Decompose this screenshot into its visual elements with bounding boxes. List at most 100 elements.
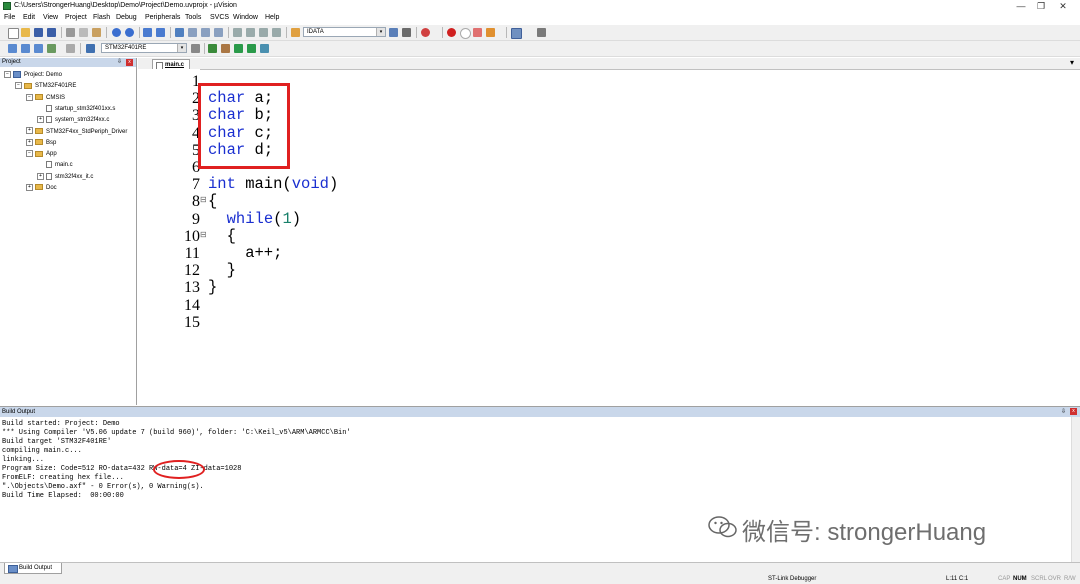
menu-flash[interactable]: Flash (93, 14, 110, 21)
menu-svcs[interactable]: SVCS (210, 14, 229, 21)
find-in-files-icon[interactable] (291, 28, 300, 37)
collapse-toggle-icon[interactable]: − (26, 150, 33, 158)
expand-toggle-icon[interactable]: + (37, 172, 44, 180)
batch-build-icon[interactable] (47, 44, 56, 53)
bookmark-icon[interactable] (175, 28, 184, 37)
tree-item[interactable]: + Bsp (26, 138, 56, 148)
redo-icon[interactable] (125, 28, 134, 37)
line-number: 9 (192, 210, 200, 228)
menu-debug[interactable]: Debug (116, 14, 137, 21)
configure-icon[interactable] (537, 28, 546, 37)
manage-project-items-icon[interactable] (208, 44, 217, 53)
tab-main-c[interactable]: main.c (152, 59, 190, 70)
tab-menu-chevron-icon[interactable]: ▾ (1070, 58, 1074, 67)
download-icon[interactable] (86, 44, 95, 53)
target-select[interactable]: STM32F401RE ▾ (101, 43, 187, 53)
tree-item[interactable]: − STM32F401RE (15, 81, 76, 91)
expand-toggle-icon[interactable]: + (26, 127, 33, 135)
clear-bookmarks-icon[interactable] (214, 28, 223, 37)
code-line[interactable]: int main(void) (208, 176, 338, 193)
breakpoint-icon[interactable] (447, 28, 456, 37)
code-line[interactable]: { (208, 193, 217, 210)
tree-item[interactable]: + Doc (26, 183, 57, 193)
tree-item[interactable]: + STM32F4xx_StdPeriph_Driver (26, 127, 127, 137)
menu-edit[interactable]: Edit (23, 14, 35, 21)
tree-item[interactable]: − App (26, 149, 57, 159)
highlight-box-annotation (198, 83, 290, 169)
build-icon[interactable] (21, 44, 30, 53)
fold-collapse-icon[interactable]: ⊟ (200, 230, 207, 239)
next-bookmark-icon[interactable] (201, 28, 210, 37)
code-text: a++; (208, 244, 283, 262)
tree-item-label: App (46, 151, 57, 158)
comment-icon[interactable] (259, 28, 268, 37)
expand-toggle-icon[interactable]: + (26, 183, 33, 191)
close-panel-icon[interactable]: x (126, 59, 133, 66)
save-all-icon[interactable] (47, 28, 56, 37)
new-file-icon[interactable] (8, 28, 19, 39)
tree-item[interactable]: main.c (37, 160, 73, 170)
code-line[interactable]: a++; (208, 244, 283, 262)
code-line[interactable]: while(1) (208, 210, 301, 228)
expand-toggle-icon[interactable]: + (26, 138, 33, 146)
manage-rte-icon[interactable] (234, 44, 243, 53)
pin-icon[interactable]: ⇩ (1061, 407, 1066, 417)
collapse-toggle-icon[interactable]: − (26, 93, 33, 101)
chevron-down-icon[interactable]: ▾ (376, 28, 385, 36)
prev-bookmark-icon[interactable] (188, 28, 197, 37)
build-output-scrollbar[interactable] (1071, 417, 1080, 563)
folder-icon (35, 139, 43, 146)
incremental-find-icon[interactable] (402, 28, 411, 37)
code-line[interactable]: { (208, 227, 236, 245)
close-panel-icon[interactable]: x (1070, 408, 1077, 415)
chevron-down-icon[interactable]: ▾ (177, 44, 186, 52)
menu-file[interactable]: File (4, 14, 15, 21)
menu-help[interactable]: Help (265, 14, 279, 21)
unindent-icon[interactable] (246, 28, 255, 37)
tree-item[interactable]: − CMSIS (26, 93, 65, 103)
tree-item[interactable]: + stm32f4xx_it.c (37, 172, 93, 182)
indent-icon[interactable] (233, 28, 242, 37)
code-line[interactable]: } (208, 279, 217, 296)
cut-icon[interactable] (66, 28, 75, 37)
disable-breakpoint-icon[interactable] (460, 28, 471, 39)
pack-installer-icon[interactable] (247, 44, 256, 53)
close-button[interactable]: ✕ (1046, 0, 1080, 12)
pin-icon[interactable]: ⇩ (117, 58, 122, 67)
tree-item[interactable]: startup_stm32f401xx.s (37, 104, 115, 114)
collapse-toggle-icon[interactable]: − (15, 82, 22, 90)
window-layout-icon[interactable] (511, 28, 522, 39)
undo-icon[interactable] (112, 28, 121, 37)
expand-toggle-icon[interactable]: + (37, 116, 44, 124)
uncomment-icon[interactable] (272, 28, 281, 37)
tree-item[interactable]: − Project: Demo (4, 70, 62, 80)
fold-collapse-icon[interactable]: ⊟ (200, 195, 207, 204)
menu-project[interactable]: Project (65, 14, 87, 21)
menu-window[interactable]: Window (233, 14, 258, 21)
target-options-icon[interactable] (191, 44, 200, 53)
event-recorder-icon[interactable] (260, 44, 269, 53)
kill-breakpoints-icon[interactable] (486, 28, 495, 37)
tab-build-output[interactable]: Build Output (4, 563, 62, 574)
translate-icon[interactable] (8, 44, 17, 53)
nav-forward-icon[interactable] (156, 28, 165, 37)
save-icon[interactable] (34, 28, 43, 37)
search-combo[interactable]: IDATA ▾ (303, 27, 386, 37)
menu-view[interactable]: View (43, 14, 58, 21)
stop-build-icon[interactable] (66, 44, 75, 53)
tree-item[interactable]: + system_stm32f4xx.c (37, 115, 109, 125)
select-packs-icon[interactable] (221, 44, 230, 53)
open-folder-icon[interactable] (21, 28, 30, 37)
clear-breakpoints-icon[interactable] (473, 28, 482, 37)
paste-icon[interactable] (92, 28, 101, 37)
menu-tools[interactable]: Tools (185, 14, 201, 21)
nav-back-icon[interactable] (143, 28, 152, 37)
debug-session-icon[interactable] (421, 28, 430, 37)
folder-icon (35, 184, 43, 191)
find-icon[interactable] (389, 28, 398, 37)
code-line[interactable]: } (208, 262, 236, 279)
copy-icon[interactable] (79, 28, 88, 37)
collapse-toggle-icon[interactable]: − (4, 70, 11, 78)
menu-peripherals[interactable]: Peripherals (145, 14, 180, 21)
rebuild-icon[interactable] (34, 44, 43, 53)
